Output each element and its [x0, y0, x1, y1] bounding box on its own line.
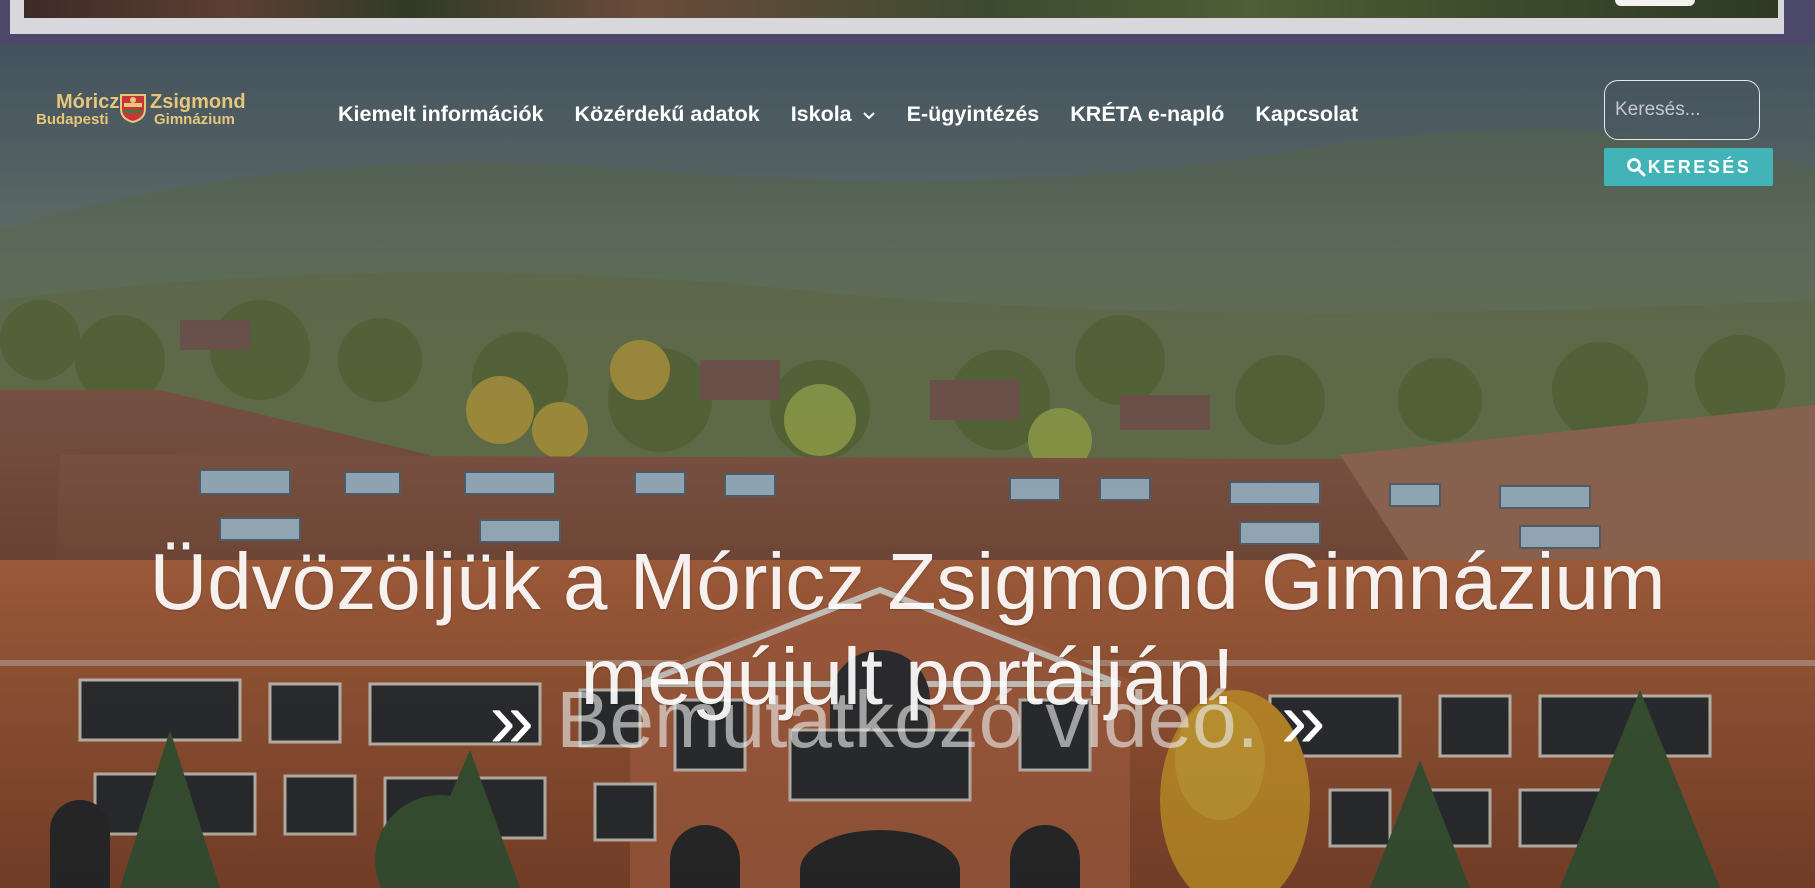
nav-item-iskola[interactable]: Iskola	[791, 102, 876, 127]
nav-item-kapcsolat[interactable]: Kapcsolat	[1255, 102, 1358, 127]
nav-item-label: Közérdekű adatok	[574, 102, 760, 126]
hero-headline-line1: Üdvözöljük a Móricz Zsigmond Gimnázium	[149, 536, 1666, 626]
video-link-text: Bemutatkozó videó.	[556, 675, 1259, 764]
nav-item-label: E-ügyintézés	[906, 102, 1040, 126]
video-link-arrow-left: »	[489, 675, 557, 764]
nav-item-label: Kapcsolat	[1255, 102, 1359, 126]
nav-item-label: KRÉTA e-napló	[1070, 102, 1225, 126]
site-header: Móricz Zsigmond Budapesti Gimnázium Kiem…	[0, 44, 1815, 194]
banner-ornament	[1615, 0, 1695, 6]
search-input[interactable]	[1605, 81, 1759, 139]
nav-item-e-ugyintezes[interactable]: E-ügyintézés	[907, 102, 1040, 127]
main-navigation: Kiemelt információk Közérdekű adatok Isk…	[338, 102, 1389, 127]
nav-item-label: Kiemelt információk	[338, 102, 544, 126]
search-button[interactable]: KERESÉS	[1604, 148, 1773, 186]
top-banner	[0, 0, 1815, 44]
intro-video-link[interactable]: » Bemutatkozó videó. »	[0, 672, 1815, 767]
nav-item-label: Iskola	[790, 102, 852, 126]
chevron-down-icon[interactable]	[862, 108, 876, 122]
school-crest-icon	[120, 94, 146, 123]
search-button-label: KERESÉS	[1647, 156, 1752, 177]
site-logo[interactable]: Móricz Zsigmond Budapesti Gimnázium	[36, 89, 246, 128]
nav-item-kozerdeku-adatok[interactable]: Közérdekű adatok	[575, 102, 760, 127]
search-field-wrapper	[1604, 80, 1760, 140]
nav-item-kreta-e-naplo[interactable]: KRÉTA e-napló	[1070, 102, 1224, 127]
search-icon	[1626, 158, 1646, 177]
logo-word-gimnazium: Gimnázium	[154, 111, 235, 128]
banner-image	[24, 0, 1778, 18]
logo-word-budapesti: Budapesti	[36, 111, 109, 128]
video-link-arrow-right: »	[1258, 675, 1326, 764]
nav-item-kiemelt-informaciok[interactable]: Kiemelt információk	[338, 102, 544, 127]
